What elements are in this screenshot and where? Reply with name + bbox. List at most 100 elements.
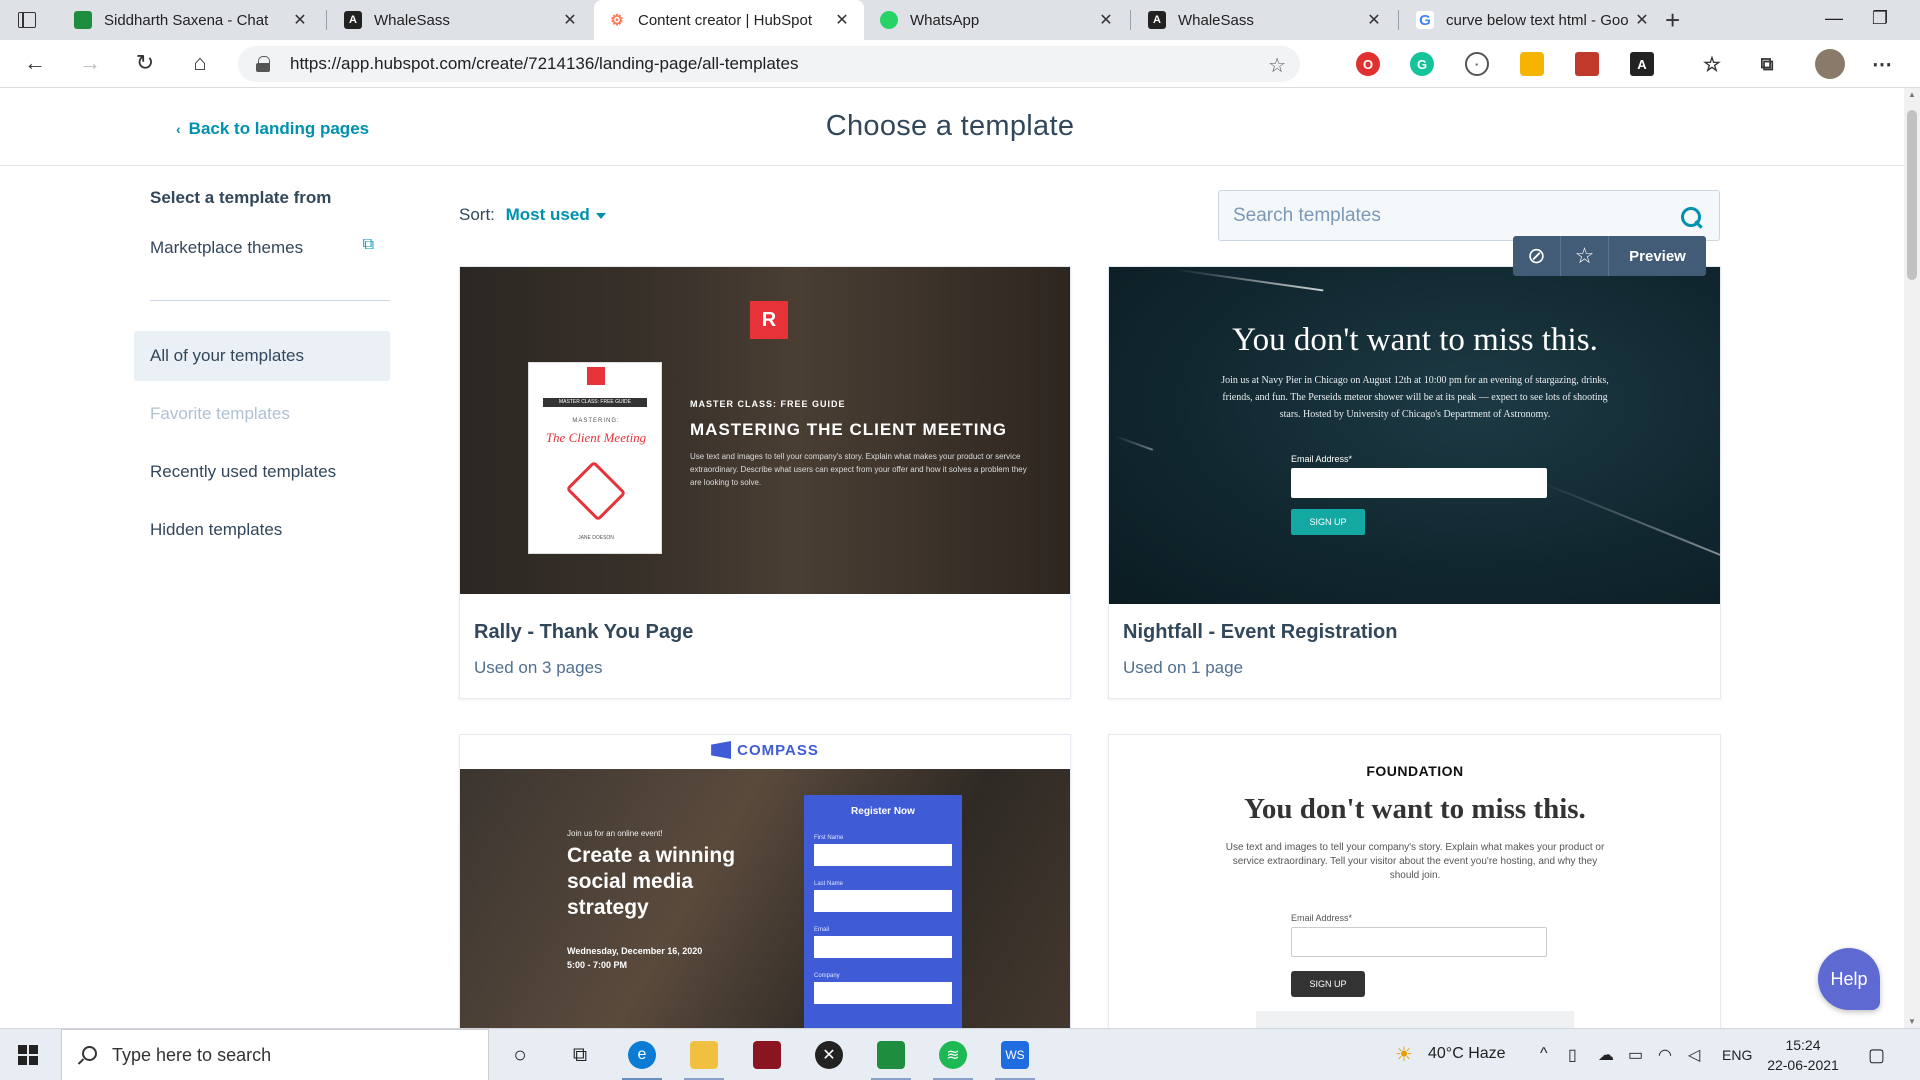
opera-extension-icon[interactable]: O [1356, 52, 1380, 76]
search-templates-input[interactable]: Search templates [1218, 190, 1720, 241]
edge-icon[interactable]: e [628, 1041, 656, 1069]
thumb-field [814, 936, 952, 958]
thumb-signup-button: SIGN UP [1291, 971, 1365, 997]
taskbar-search-input[interactable]: Type here to search [61, 1029, 489, 1080]
external-link-icon[interactable]: ⧉ [363, 236, 374, 254]
thumb-headline: You don't want to miss this. [1244, 793, 1586, 825]
close-icon[interactable]: ✕ [292, 10, 308, 30]
weather-icon[interactable]: ☀ [1395, 1042, 1413, 1067]
template-card-nightfall[interactable]: You don't want to miss this. Join us at … [1108, 266, 1721, 699]
close-icon[interactable]: ✕ [1634, 10, 1650, 30]
file-explorer-icon[interactable] [690, 1041, 718, 1069]
page-scrollbar[interactable]: ▲ ▼ [1904, 88, 1920, 1028]
taskbar-clock[interactable]: 15:24 22-06-2021 [1766, 1035, 1840, 1075]
google-chat-app-icon[interactable] [877, 1041, 905, 1069]
browser-toolbar: ← → ↻ ⌂ https://app.hubspot.com/create/7… [0, 40, 1920, 88]
wifi-icon[interactable]: ◠ [1658, 1045, 1672, 1065]
browser-tab-whatsapp[interactable]: WhatsApp ✕ [866, 0, 1128, 40]
chevron-up-icon[interactable]: ^ [1540, 1045, 1548, 1063]
thumb-field [814, 844, 952, 866]
home-icon[interactable]: ⌂ [185, 50, 215, 76]
template-name[interactable]: Rally - Thank You Page [474, 621, 693, 644]
browser-tab-whalesass-2[interactable]: A WhaleSass ✕ [1134, 0, 1396, 40]
windows-start-icon[interactable] [18, 1045, 38, 1065]
sort-control: Sort: Most used [459, 205, 606, 225]
close-icon[interactable]: ✕ [562, 10, 578, 30]
minimize-icon[interactable]: — [1809, 8, 1859, 29]
new-tab-icon[interactable]: + [1665, 5, 1680, 36]
search-icon[interactable] [1673, 199, 1707, 233]
eye-slash-icon[interactable]: ⊘ [1513, 236, 1561, 276]
grammarly-extension-icon[interactable]: G [1410, 52, 1434, 76]
browser-tab-google[interactable]: G curve below text html - Goo ✕ [1402, 0, 1664, 40]
volume-icon[interactable]: ◁ [1688, 1045, 1700, 1065]
webstorm-icon[interactable]: WS [1001, 1041, 1029, 1069]
thumb-field-label: Email Address* [1291, 454, 1353, 464]
template-usage: Used on 3 pages [474, 658, 603, 677]
close-icon[interactable]: ✕ [834, 10, 850, 30]
profile-avatar[interactable] [1815, 49, 1845, 79]
browser-tab-whalesass[interactable]: A WhaleSass ✕ [330, 0, 592, 40]
meteor-streak [1114, 435, 1154, 451]
lock-icon[interactable] [256, 56, 270, 72]
sidebar-item-hidden-templates[interactable]: Hidden templates [134, 505, 390, 555]
thumb-field-label: Last Name [814, 881, 844, 887]
collections-icon[interactable]: ⧉ [1755, 52, 1779, 76]
add-favorite-icon[interactable]: ☆ [1268, 53, 1286, 78]
device-icon[interactable]: ▯ [1568, 1045, 1577, 1065]
game-app-icon[interactable] [753, 1041, 781, 1069]
back-arrow-icon[interactable]: ← [20, 50, 50, 76]
angular-extension-icon[interactable]: A [1630, 52, 1654, 76]
tab-title: Content creator | HubSpot [638, 11, 812, 29]
clock-time: 15:24 [1785, 1037, 1821, 1053]
sidebar-item-marketplace-themes[interactable]: Marketplace themes ⧉ [134, 236, 390, 258]
extension-multicolor-icon[interactable] [1520, 52, 1544, 76]
sort-dropdown[interactable]: Most used [506, 205, 606, 224]
sidebar-heading: Select a template from [150, 188, 332, 207]
template-name[interactable]: Nightfall - Event Registration [1123, 621, 1397, 644]
address-bar[interactable]: https://app.hubspot.com/create/7214136/l… [238, 46, 1300, 82]
xbox-icon[interactable]: ✕ [815, 1041, 843, 1069]
cortana-icon[interactable]: ○ [506, 1041, 534, 1069]
favorites-icon[interactable]: ☆ [1700, 52, 1724, 76]
scroll-up-icon[interactable]: ▲ [1904, 90, 1920, 99]
calendar-extension-icon[interactable] [1575, 52, 1599, 76]
template-thumbnail[interactable]: R MASTER CLASS: FREE GUIDE MASTERING: Th… [460, 267, 1070, 594]
template-thumbnail[interactable]: FOUNDATION You don't want to miss this. … [1109, 735, 1720, 1028]
sidebar-item-all-templates[interactable]: All of your templates [134, 331, 390, 381]
language-indicator[interactable]: ENG [1722, 1047, 1752, 1063]
extension-icon[interactable]: · [1465, 52, 1489, 76]
hubspot-icon: ⚙ [608, 11, 626, 29]
handshake-icon [565, 460, 627, 522]
browser-tab-hubspot[interactable]: ⚙ Content creator | HubSpot ✕ [594, 0, 864, 40]
battery-icon[interactable]: ▭ [1628, 1045, 1643, 1065]
sidebar-item-recently-used-templates[interactable]: Recently used templates [134, 447, 390, 497]
notifications-icon[interactable]: ▢ [1868, 1045, 1885, 1066]
reload-icon[interactable]: ↻ [130, 50, 160, 76]
template-card-foundation[interactable]: FOUNDATION You don't want to miss this. … [1108, 734, 1721, 1028]
template-card-rally[interactable]: R MASTER CLASS: FREE GUIDE MASTERING: Th… [459, 266, 1071, 699]
help-button[interactable]: Help [1818, 948, 1880, 1010]
close-icon[interactable]: ✕ [1098, 10, 1114, 30]
scroll-down-icon[interactable]: ▼ [1904, 1017, 1920, 1026]
template-thumbnail[interactable]: COMPASS Join us for an online event! Cre… [460, 735, 1070, 1028]
browser-tab-chat[interactable]: Siddharth Saxena - Chat ✕ [60, 0, 322, 40]
scrollbar-thumb[interactable] [1907, 110, 1917, 280]
forward-arrow-icon[interactable]: → [75, 50, 105, 76]
star-icon[interactable]: ☆ [1561, 236, 1609, 276]
template-thumbnail[interactable]: You don't want to miss this. Join us at … [1109, 267, 1720, 604]
preview-button[interactable]: Preview [1609, 236, 1706, 276]
thumb-headline: Create a winning social media strategy [567, 844, 736, 919]
template-card-compass[interactable]: COMPASS Join us for an online event! Cre… [459, 734, 1071, 1028]
google-icon: G [1416, 11, 1434, 29]
onedrive-icon[interactable]: ☁ [1598, 1045, 1614, 1065]
restore-icon[interactable]: ❐ [1855, 8, 1905, 29]
thumb-body: Use text and images to tell your company… [690, 452, 1027, 487]
spotify-icon[interactable]: ≋ [939, 1041, 967, 1069]
more-menu-icon[interactable]: ⋯ [1870, 52, 1894, 76]
tab-actions-icon[interactable] [18, 12, 36, 28]
tab-title: WhatsApp [910, 11, 980, 29]
task-view-icon[interactable]: ⧉ [566, 1041, 594, 1069]
weather-text[interactable]: 40°C Haze [1428, 1045, 1506, 1063]
close-icon[interactable]: ✕ [1366, 10, 1382, 30]
